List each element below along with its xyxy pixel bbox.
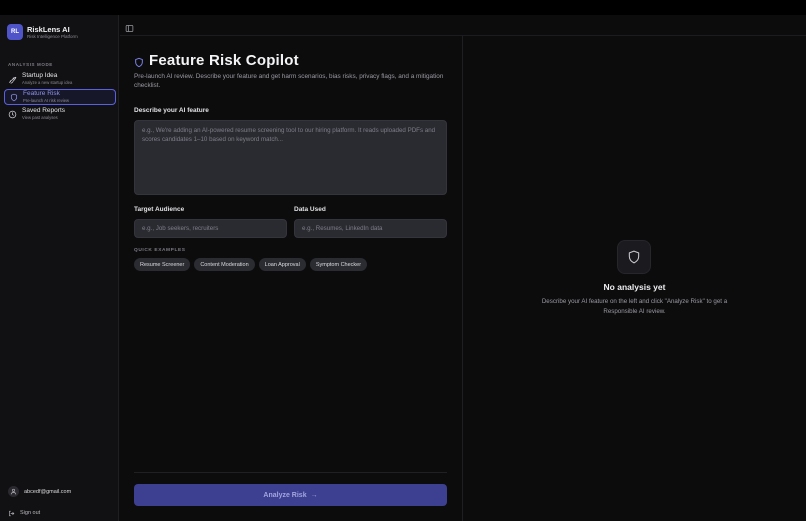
form-footer-divider bbox=[134, 472, 447, 473]
arrow-right-icon: → bbox=[310, 491, 318, 499]
quick-example-chip[interactable]: Loan Approval bbox=[258, 258, 306, 271]
brand-logo: RL bbox=[7, 24, 23, 40]
feature-form-panel: Feature Risk Copilot Pre-launch AI revie… bbox=[120, 36, 463, 521]
target-audience-label: Target Audience bbox=[134, 206, 185, 213]
data-used-label: Data Used bbox=[294, 206, 326, 213]
sidebar: RL RiskLens AI Risk Intelligence Platfor… bbox=[0, 15, 119, 521]
sign-out-label: Sign out bbox=[20, 510, 41, 516]
sidebar-item-subtitle: Pre-launch AI risk review bbox=[23, 98, 70, 103]
page-title: Feature Risk Copilot bbox=[149, 52, 299, 69]
logout-icon bbox=[8, 504, 15, 521]
sidebar-item-feature-risk[interactable]: Feature Risk Pre-launch AI risk review bbox=[4, 89, 116, 105]
quick-example-chip[interactable]: Symptom Checker bbox=[309, 258, 368, 271]
rocket-icon bbox=[8, 75, 17, 84]
quick-example-chip[interactable]: Resume Screener bbox=[134, 258, 191, 271]
quick-examples-label: QUICK EXAMPLES bbox=[134, 248, 186, 253]
empty-state-shield-icon bbox=[617, 240, 651, 274]
page-description: Pre-launch AI review. Describe your feat… bbox=[134, 73, 444, 89]
brand-subtitle: Risk Intelligence Platform bbox=[27, 33, 78, 39]
user-email: abcedf@gmail.com bbox=[24, 488, 72, 495]
shield-icon bbox=[9, 93, 18, 102]
feature-description-input[interactable] bbox=[134, 120, 447, 195]
analysis-mode-label: ANALYSIS MODE bbox=[8, 62, 53, 67]
user-icon bbox=[8, 486, 19, 497]
quick-examples: Resume Screener Content Moderation Loan … bbox=[134, 258, 368, 271]
sidebar-item-startup-idea[interactable]: Startup Idea Analyze a new startup idea bbox=[4, 71, 116, 87]
sidebar-item-title: Startup Idea bbox=[22, 72, 58, 79]
sign-out-button[interactable]: Sign out bbox=[8, 504, 40, 521]
sidebar-item-saved-reports[interactable]: Saved Reports View past analyses bbox=[4, 106, 116, 122]
window-top-bar bbox=[0, 0, 806, 15]
empty-state-description: Describe your AI feature on the left and… bbox=[541, 298, 728, 315]
shield-icon bbox=[134, 55, 144, 68]
user-account[interactable]: abcedf@gmail.com bbox=[8, 486, 71, 497]
sidebar-item-title: Feature Risk bbox=[23, 90, 60, 97]
analyze-risk-button[interactable]: Analyze Risk → bbox=[134, 484, 447, 506]
sidebar-item-subtitle: Analyze a new startup idea bbox=[22, 80, 73, 85]
sidebar-item-subtitle: View past analyses bbox=[22, 115, 58, 120]
results-panel: No analysis yet Describe your AI feature… bbox=[463, 36, 806, 521]
brand: RL RiskLens AI Risk Intelligence Platfor… bbox=[7, 24, 78, 40]
analyze-risk-label: Analyze Risk bbox=[263, 491, 307, 499]
data-used-input[interactable] bbox=[294, 219, 447, 238]
brand-name: RiskLens AI bbox=[27, 24, 70, 34]
sidebar-item-title: Saved Reports bbox=[22, 107, 65, 114]
clock-icon bbox=[8, 110, 17, 119]
page-title-row: Feature Risk Copilot bbox=[134, 52, 299, 69]
sidebar-toggle-icon[interactable] bbox=[125, 20, 134, 32]
target-audience-input[interactable] bbox=[134, 219, 287, 238]
empty-state-title: No analysis yet bbox=[603, 282, 666, 292]
quick-example-chip[interactable]: Content Moderation bbox=[194, 258, 255, 271]
feature-description-label: Describe your AI feature bbox=[134, 107, 209, 114]
